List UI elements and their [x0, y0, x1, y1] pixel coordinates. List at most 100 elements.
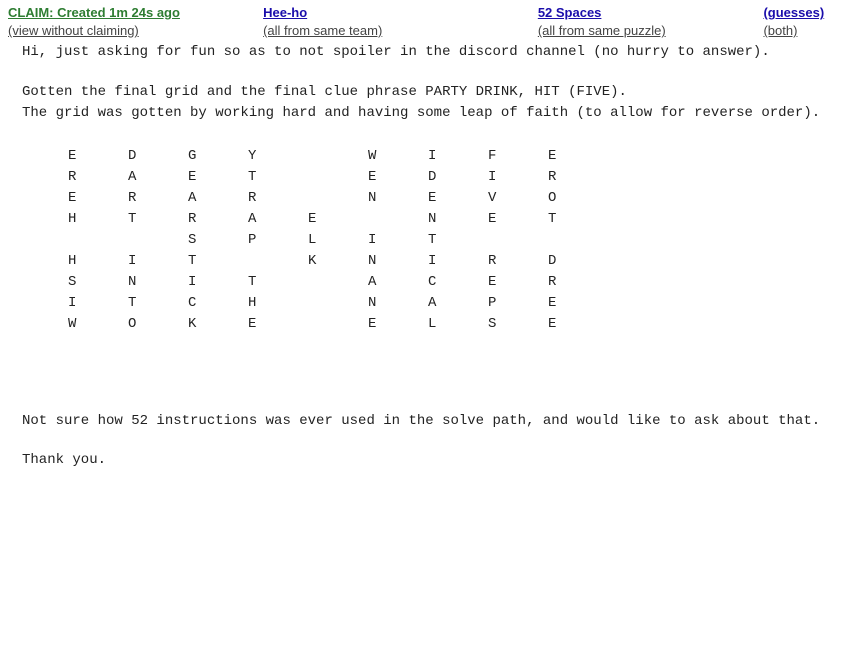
grid-cell: I: [428, 146, 488, 167]
grid-cell: [368, 209, 428, 230]
grid-cell: [488, 230, 548, 251]
grid-cell: I: [68, 293, 128, 314]
grid-row: ITCH NAPE: [68, 293, 840, 314]
grid-cell: L: [308, 230, 368, 251]
subheader-row: (view without claiming) (all from same t…: [8, 22, 840, 40]
grid-cell: A: [128, 167, 188, 188]
grid-cell: [308, 146, 368, 167]
grid-cell: E: [548, 146, 608, 167]
grid-cell: L: [428, 314, 488, 335]
paragraph-thanks: Thank you.: [22, 450, 840, 471]
grid-cell: [308, 167, 368, 188]
header-row: CLAIM: Created 1m 24s ago Hee-ho 52 Spac…: [8, 4, 840, 22]
grid-cell: T: [128, 209, 188, 230]
grid-cell: [308, 314, 368, 335]
grid-cell: [308, 293, 368, 314]
both-link[interactable]: (both): [763, 22, 840, 40]
grid-cell: E: [488, 209, 548, 230]
team-link[interactable]: Hee-ho: [263, 4, 538, 22]
grid-row: HTRAENET: [68, 209, 840, 230]
grid-cell: N: [128, 272, 188, 293]
grid-cell: R: [548, 272, 608, 293]
grid-cell: Y: [248, 146, 308, 167]
grid-row: SPLIT: [68, 230, 840, 251]
grid-cell: A: [188, 188, 248, 209]
grid-cell: W: [368, 146, 428, 167]
grid-cell: R: [248, 188, 308, 209]
grid-cell: T: [248, 272, 308, 293]
paragraph-question: Not sure how 52 instructions was ever us…: [22, 411, 840, 432]
paragraph-intro: Hi, just asking for fun so as to not spo…: [22, 42, 840, 63]
grid-row: SNIT ACER: [68, 272, 840, 293]
grid-cell: V: [488, 188, 548, 209]
grid-cell: N: [368, 188, 428, 209]
grid-cell: D: [128, 146, 188, 167]
grid-cell: T: [188, 251, 248, 272]
grid-cell: N: [428, 209, 488, 230]
grid-cell: E: [548, 293, 608, 314]
grid-cell: T: [428, 230, 488, 251]
grid-cell: S: [188, 230, 248, 251]
claim-link[interactable]: CLAIM: Created 1m 24s ago: [8, 4, 263, 22]
grid-row: ERARNEVO: [68, 188, 840, 209]
grid-cell: A: [428, 293, 488, 314]
grid-cell: E: [488, 272, 548, 293]
grid-cell: S: [68, 272, 128, 293]
grid-cell: E: [308, 209, 368, 230]
grid-cell: R: [188, 209, 248, 230]
grid-cell: R: [68, 167, 128, 188]
grid-row: EDGYWIFE: [68, 146, 840, 167]
grid-cell: K: [308, 251, 368, 272]
guesses-link[interactable]: (guesses): [763, 4, 840, 22]
grid-cell: H: [248, 293, 308, 314]
grid-cell: R: [548, 167, 608, 188]
grid-cell: I: [188, 272, 248, 293]
grid-cell: N: [368, 293, 428, 314]
grid-cell: T: [128, 293, 188, 314]
grid-cell: A: [368, 272, 428, 293]
grid-cell: E: [428, 188, 488, 209]
grid-cell: C: [188, 293, 248, 314]
grid-cell: [308, 188, 368, 209]
grid-cell: E: [368, 167, 428, 188]
grid-cell: W: [68, 314, 128, 335]
grid-cell: K: [188, 314, 248, 335]
view-without-claiming-link[interactable]: (view without claiming): [8, 22, 263, 40]
grid-row: HITKNIRD: [68, 251, 840, 272]
puzzle-link[interactable]: 52 Spaces: [538, 4, 764, 22]
same-puzzle-link[interactable]: (all from same puzzle): [538, 22, 764, 40]
grid-cell: D: [428, 167, 488, 188]
grid-cell: E: [68, 188, 128, 209]
grid-row: WOKEELSE: [68, 314, 840, 335]
paragraph-grid-desc: Gotten the final grid and the final clue…: [22, 82, 840, 124]
grid-cell: D: [548, 251, 608, 272]
grid-cell: E: [368, 314, 428, 335]
grid-cell: N: [368, 251, 428, 272]
grid-cell: [128, 230, 188, 251]
grid-cell: F: [488, 146, 548, 167]
grid-cell: G: [188, 146, 248, 167]
grid-cell: I: [428, 251, 488, 272]
grid-cell: I: [128, 251, 188, 272]
grid-cell: [308, 272, 368, 293]
same-team-link[interactable]: (all from same team): [263, 22, 538, 40]
grid-cell: [548, 230, 608, 251]
grid-cell: R: [488, 251, 548, 272]
grid-cell: R: [128, 188, 188, 209]
grid-cell: E: [68, 146, 128, 167]
grid-cell: P: [248, 230, 308, 251]
grid-cell: T: [548, 209, 608, 230]
grid-cell: C: [428, 272, 488, 293]
grid-cell: P: [488, 293, 548, 314]
grid-cell: E: [188, 167, 248, 188]
grid-row: RAETEDIR: [68, 167, 840, 188]
grid-cell: S: [488, 314, 548, 335]
grid-cell: E: [548, 314, 608, 335]
grid-cell: I: [368, 230, 428, 251]
grid-cell: T: [248, 167, 308, 188]
grid-cell: H: [68, 209, 128, 230]
grid-cell: H: [68, 251, 128, 272]
letter-grid: EDGYWIFERAETEDIRERARNEVOHTRAENETSPLITHIT…: [68, 146, 840, 335]
grid-cell: A: [248, 209, 308, 230]
grid-cell: [248, 251, 308, 272]
